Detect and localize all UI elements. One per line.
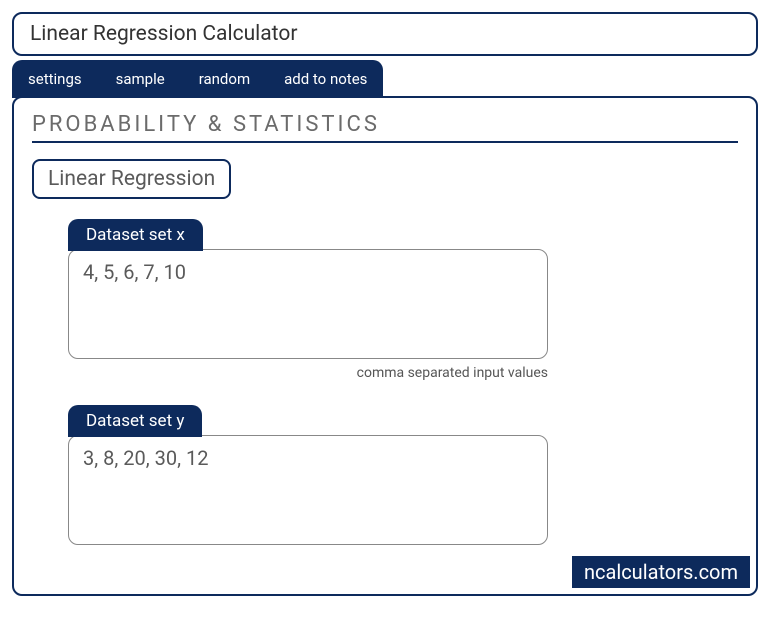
calculator-name-box: Linear Regression bbox=[32, 159, 231, 199]
dataset-x-group: Dataset set x comma separated input valu… bbox=[68, 219, 548, 381]
tab-add-to-notes[interactable]: add to notes bbox=[278, 66, 373, 92]
main-panel: PROBABILITY & STATISTICS Linear Regressi… bbox=[12, 96, 758, 596]
tab-sample[interactable]: sample bbox=[110, 66, 171, 92]
dataset-y-label: Dataset set y bbox=[68, 405, 202, 437]
dataset-y-group: Dataset set y bbox=[68, 405, 548, 549]
dataset-y-input[interactable] bbox=[68, 435, 548, 545]
dataset-x-hint: comma separated input values bbox=[68, 365, 548, 381]
section-header: PROBABILITY & STATISTICS bbox=[32, 112, 738, 143]
calculator-name: Linear Regression bbox=[48, 167, 215, 191]
dataset-x-label: Dataset set x bbox=[68, 219, 203, 251]
tab-random[interactable]: random bbox=[193, 66, 256, 92]
tab-bar: settings sample random add to notes bbox=[12, 60, 383, 98]
page-title: Linear Regression Calculator bbox=[30, 22, 740, 46]
dataset-x-input[interactable] bbox=[68, 249, 548, 359]
tab-settings[interactable]: settings bbox=[22, 66, 88, 92]
title-bar: Linear Regression Calculator bbox=[12, 12, 758, 56]
watermark: ncalculators.com bbox=[572, 556, 750, 588]
